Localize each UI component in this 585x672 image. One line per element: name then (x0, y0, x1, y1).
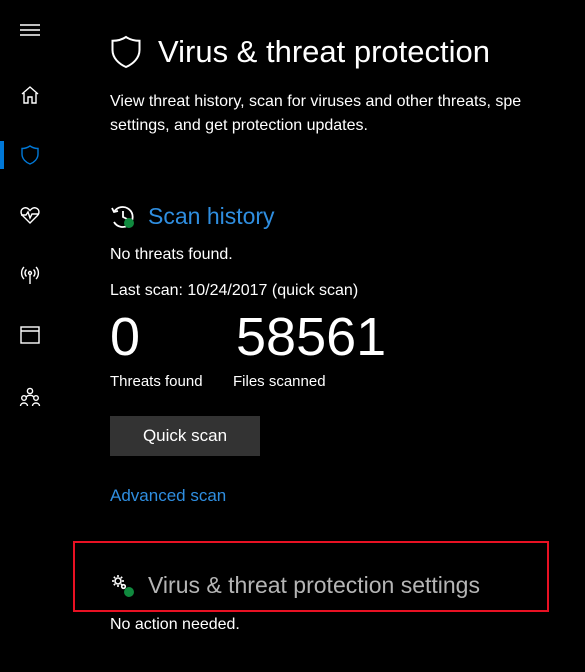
threats-found-label: Threats found (110, 373, 203, 390)
page-description: View threat history, scan for viruses an… (110, 90, 585, 138)
sidebar-item-app-browser-control[interactable] (0, 313, 60, 357)
scan-history-icon-wrap (110, 204, 136, 230)
shield-icon (111, 35, 141, 69)
sidebar-item-virus-threat-protection[interactable] (0, 133, 60, 177)
sidebar-item-family-options[interactable] (0, 375, 60, 419)
highlight-annotation-box (73, 541, 549, 612)
antenna-icon (20, 266, 40, 284)
sidebar-item-firewall-network[interactable] (0, 253, 60, 297)
page-description-line-2: settings, and get protection updates. (110, 117, 368, 134)
scan-status: No threats found. (110, 246, 233, 263)
success-check-icon (124, 217, 134, 228)
sidebar (0, 0, 60, 672)
home-icon (21, 86, 39, 104)
sidebar-item-home[interactable] (0, 73, 60, 117)
heart-pulse-icon (20, 207, 40, 224)
hamburger-icon (20, 24, 40, 36)
scan-history-link[interactable]: Scan history (148, 203, 275, 230)
quick-scan-button[interactable]: Quick scan (110, 416, 260, 456)
advanced-scan-link[interactable]: Advanced scan (110, 486, 226, 506)
sidebar-item-device-performance-health[interactable] (0, 193, 60, 237)
files-scanned-label: Files scanned (233, 373, 326, 390)
browser-window-icon (20, 326, 40, 344)
family-icon (19, 387, 41, 407)
protection-settings-status: No action needed. (110, 616, 240, 633)
last-scan-info: Last scan: 10/24/2017 (quick scan) (110, 282, 359, 299)
hamburger-menu-button[interactable] (0, 8, 60, 52)
page-description-line-1: View threat history, scan for viruses an… (110, 93, 522, 110)
threats-found-count: 0 (110, 307, 141, 367)
windows-defender-window: Virus & threat protection View threat hi… (0, 0, 585, 672)
scan-history-header: Scan history (110, 203, 275, 230)
files-scanned-count: 58561 (236, 307, 387, 367)
page-header: Virus & threat protection (110, 30, 490, 74)
shield-icon (21, 145, 39, 165)
page-title: Virus & threat protection (158, 34, 490, 69)
